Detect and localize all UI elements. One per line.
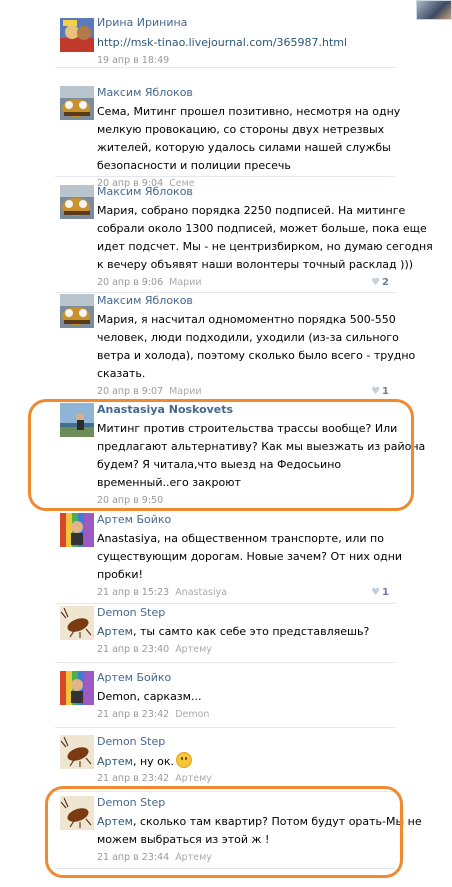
reply-to-link[interactable]: Артему: [175, 773, 212, 784]
comment-text: ветра и холода), поэтому сколько было вс…: [97, 349, 416, 362]
comment-meta: 21 апр в 15:23 Anastasiya: [97, 587, 227, 598]
comment-text: , ты самто как себе это представляешь?: [132, 625, 370, 638]
comment-text: идет подсчет. Мы - не центризбирком, но …: [97, 240, 433, 253]
heart-icon: ♥: [371, 277, 381, 288]
comment-text-line: Anastasiya, на общественном транспорте, …: [97, 530, 387, 548]
author-name[interactable]: Ирина Иринина: [97, 16, 187, 29]
comment-text-line: Мария, собрано порядка 2250 подписей. На…: [97, 202, 405, 220]
avatar-image: [416, 0, 452, 20]
reply-to-link[interactable]: Anastasiya: [175, 587, 227, 598]
comment-text-line: ветра и холода), поэтому сколько было вс…: [97, 347, 415, 365]
like-button[interactable]: ♥ 2: [371, 277, 389, 288]
comment-link[interactable]: http://msk-tinao.livejournal.com/365987.…: [97, 36, 347, 49]
comment: Максим Яблоков Сема, Митинг прошел позити…: [55, 86, 400, 189]
comment-text: безопасности и полиции пресечь: [97, 159, 291, 172]
comment-text: жителей, которую удалось силами нашей сл…: [97, 141, 391, 154]
comment-text: к вечеру объявят наши волонтеры точный р…: [97, 258, 414, 271]
avatar[interactable]: [60, 294, 94, 328]
reply-to-link[interactable]: Артему: [175, 644, 212, 655]
like-button[interactable]: ♥ 1: [371, 386, 389, 397]
comment-text-line: Артем, ты самто как себе это представляе…: [97, 623, 387, 641]
comment-text: , ну ок.: [132, 755, 175, 768]
comment-text-line: жителей, которую удалось силами нашей сл…: [97, 139, 391, 157]
comment-text-line: сказать.: [97, 365, 387, 383]
author-name[interactable]: Demon Step: [97, 735, 165, 748]
comment-text-line: Мария, я насчитал одномоментно порядка 5…: [97, 311, 396, 329]
addressee-link[interactable]: Артем: [97, 755, 133, 768]
comment-text-line: безопасности и полиции пресечь: [97, 157, 387, 175]
comment-text: человек, люди подходили, уходили (из-за …: [97, 331, 399, 344]
avatar[interactable]: [60, 513, 94, 547]
comment-text: пробки!: [97, 568, 143, 581]
comment-text-line: существующим дорогам. Новые зачем? От ни…: [97, 548, 402, 566]
comment-text: сказать.: [97, 367, 146, 380]
comment-text-line: человек, люди подходили, уходили (из-за …: [97, 329, 399, 347]
comment-text-line: пробки!: [97, 566, 387, 584]
comment-text-line: идет подсчет. Мы - не центризбирком, но …: [97, 238, 433, 256]
comment-meta: 21 апр в 23:42 Артему: [97, 773, 212, 784]
comment-text: Anastasiya, на общественном транспорте, …: [97, 532, 384, 545]
comment-date[interactable]: 21 апр в 23:42: [97, 773, 169, 784]
reply-to-link[interactable]: Марии: [169, 277, 201, 288]
current-user-avatar[interactable]: [412, 0, 452, 20]
avatar[interactable]: [60, 735, 94, 769]
avatar[interactable]: [60, 606, 94, 640]
comment-text-line: Demon, сарказм...: [97, 688, 387, 706]
comment-meta: 21 апр в 23:40 Артему: [97, 644, 212, 655]
comment-text: Мария, собрано порядка 2250 подписей. На…: [97, 204, 406, 217]
reply-to-link[interactable]: Марии: [169, 386, 201, 397]
comment-text: существующим дорогам. Новые зачем? От ни…: [97, 550, 403, 563]
avatar[interactable]: [60, 185, 94, 219]
avatar[interactable]: [60, 86, 94, 120]
author-name[interactable]: Demon Step: [97, 606, 165, 619]
comment-text: мелкую провокацию, со стороны двух нетре…: [97, 123, 385, 136]
comment-meta: 20 апр в 9:07 Марии: [97, 386, 202, 397]
like-count: 1: [382, 386, 389, 397]
author-name[interactable]: Максим Яблоков: [97, 294, 193, 307]
comment-date[interactable]: 19 апр в 18:49: [97, 55, 169, 66]
comment: Максим Яблоков Мария, собрано порядка 225…: [55, 185, 433, 293]
comment-meta: 19 апр в 18:49: [97, 55, 169, 66]
comment-text: Demon, сарказм...: [97, 690, 202, 703]
comment: Максим Яблоков Мария, я насчитал одномоме…: [55, 294, 415, 402]
comment: Артем Бойко Demon, сарказм... 21 апр в 23:…: [55, 671, 395, 728]
comment-text-line: собрали около 1300 подписей, может больш…: [97, 220, 427, 238]
comment-meta: 20 апр в 9:06 Марии: [97, 277, 202, 288]
author-name[interactable]: Максим Яблоков: [97, 185, 193, 198]
smiley-icon: [176, 752, 193, 768]
comment-text-line: Сема, Митинг прошел позитивно, несмотря …: [97, 103, 400, 121]
comment-date[interactable]: 20 апр в 9:06: [97, 277, 163, 288]
comment-text: собрали около 1300 подписей, может больш…: [97, 222, 427, 235]
comment-text: Сема, Митинг прошел позитивно, несмотря …: [97, 105, 401, 118]
comment: Ирина Иринина http://msk-tinao.livejourna…: [55, 12, 395, 68]
reply-to-link[interactable]: Demon: [175, 709, 209, 720]
like-count: 2: [382, 277, 389, 288]
comment-text-line: Артем, ну ок.: [97, 752, 387, 771]
author-name[interactable]: Артем Бойко: [97, 671, 171, 684]
heart-icon: ♥: [371, 386, 381, 397]
comment-date[interactable]: 21 апр в 23:42: [97, 709, 169, 720]
comment-date[interactable]: 20 апр в 9:07: [97, 386, 163, 397]
comment: Артем Бойко Anastasiya, на общественном т…: [55, 513, 402, 604]
highlight-circle-1: [28, 399, 414, 511]
comment: Demon Step Артем, ты самто как себе это п…: [55, 606, 395, 663]
like-count: 1: [382, 587, 389, 598]
comment: Demon Step Артем, ну ок. 21 апр в 23:42 Арт…: [55, 735, 395, 792]
comment-text-line: http://msk-tinao.livejournal.com/365987.…: [97, 34, 387, 52]
comment-text-line: мелкую провокацию, со стороны двух нетре…: [97, 121, 387, 139]
avatar[interactable]: [60, 671, 94, 705]
comment-date[interactable]: 21 апр в 23:40: [97, 644, 169, 655]
highlight-circle-2: [45, 786, 403, 878]
comment-meta: 21 апр в 23:42 Demon: [97, 709, 209, 720]
author-name[interactable]: Артем Бойко: [97, 513, 171, 526]
heart-icon: ♥: [371, 587, 381, 598]
comment-date[interactable]: 21 апр в 15:23: [97, 587, 169, 598]
comment-text: Мария, я насчитал одномоментно порядка 5…: [97, 313, 396, 326]
avatar[interactable]: [60, 18, 94, 52]
like-button[interactable]: ♥ 1: [371, 587, 389, 598]
author-name[interactable]: Максим Яблоков: [97, 86, 193, 99]
comment-text-line: к вечеру объявят наши волонтеры точный р…: [97, 256, 413, 274]
addressee-link[interactable]: Артем: [97, 625, 133, 638]
